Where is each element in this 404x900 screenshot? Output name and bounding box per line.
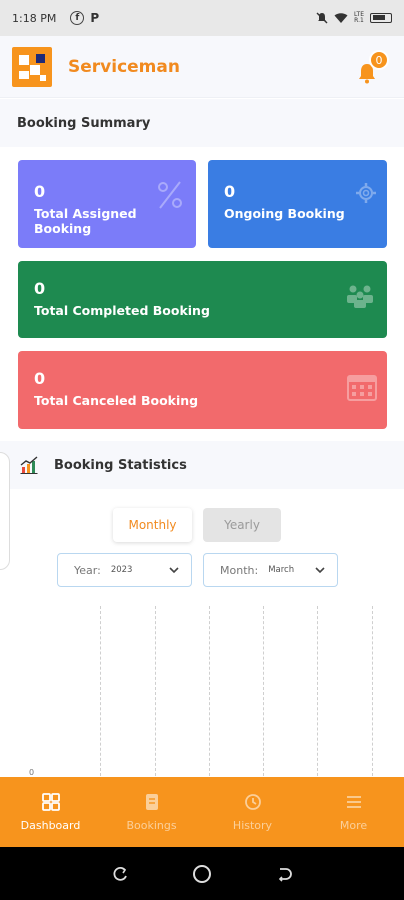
card-count: 0 [34, 279, 46, 298]
network-indicator: LTE R.1 [354, 12, 364, 24]
gear-icon [356, 183, 376, 203]
status-bar: 1:18 PM f P LTE R.1 [0, 0, 404, 36]
battery-icon [370, 13, 392, 23]
percent-icon [158, 181, 182, 209]
booking-statistics-chart: 0 [0, 600, 404, 777]
month-select[interactable]: Month: March [203, 553, 338, 587]
chart-grid-line [263, 606, 264, 776]
history-icon [244, 793, 261, 810]
nav-label: Bookings [126, 818, 177, 832]
home-icon[interactable] [192, 864, 212, 884]
facebook-icon: f [70, 11, 85, 25]
nav-label: History [232, 818, 273, 832]
chart-grid-line [100, 606, 101, 776]
chart-axis-zero-label: 0 [29, 768, 35, 777]
chart-icon [20, 456, 38, 474]
year-select-label: Year: [74, 563, 101, 577]
nav-label: Dashboard [20, 818, 81, 832]
chart-grid-line [155, 606, 156, 776]
chart-grid-line [372, 606, 373, 776]
status-time: 1:18 PM [12, 11, 57, 25]
group-icon [347, 285, 373, 308]
mute-icon [316, 12, 328, 24]
total-canceled-booking-card[interactable]: 0 Total Canceled Booking [18, 351, 387, 429]
booking-statistics-header: Booking Statistics [0, 441, 404, 489]
notification-button[interactable]: 0 [356, 50, 389, 84]
network-speed-label: R.1 [354, 17, 364, 24]
year-select-value: 2023 [110, 565, 133, 575]
nav-history[interactable]: History [202, 777, 303, 847]
ongoing-booking-card[interactable]: 0 Ongoing Booking [208, 160, 387, 248]
card-count: 0 [34, 369, 46, 388]
notification-badge: 0 [369, 50, 389, 70]
calendar-icon [347, 375, 377, 401]
wifi-icon [334, 13, 348, 23]
total-assigned-booking-card[interactable]: 0 Total Assigned Booking [18, 160, 196, 248]
recent-apps-icon[interactable] [111, 865, 129, 883]
monthly-toggle[interactable]: Monthly [113, 508, 192, 542]
chevron-down-icon [315, 567, 325, 574]
card-label: Total Canceled Booking [34, 393, 199, 408]
app-header: Serviceman 0 [0, 36, 404, 98]
booking-statistics-title: Booking Statistics [54, 457, 187, 473]
side-drawer-handle[interactable] [0, 452, 10, 570]
status-indicators: LTE R.1 [316, 12, 392, 24]
nav-label: More [339, 818, 368, 832]
nav-dashboard[interactable]: Dashboard [0, 777, 101, 847]
booking-summary-title: Booking Summary [17, 115, 151, 131]
bottom-navigation: Dashboard Bookings History More [0, 777, 404, 847]
brand-title: Serviceman [68, 56, 180, 77]
bookings-icon [145, 793, 158, 810]
nav-bookings[interactable]: Bookings [101, 777, 202, 847]
p-icon: P [90, 11, 100, 25]
yearly-toggle[interactable]: Yearly [203, 508, 281, 542]
booking-summary-header: Booking Summary [0, 99, 404, 147]
total-completed-booking-card[interactable]: 0 Total Completed Booking [18, 261, 387, 338]
chevron-down-icon [169, 567, 179, 574]
card-count: 0 [224, 182, 236, 201]
card-label: Total Completed Booking [34, 303, 210, 318]
month-select-label: Month: [220, 563, 259, 577]
system-navigation-bar [0, 847, 404, 900]
dashboard-icon [41, 792, 60, 811]
nav-more[interactable]: More [303, 777, 404, 847]
app-logo [12, 46, 52, 87]
card-label: Ongoing Booking [224, 206, 345, 221]
chart-grid-line [317, 606, 318, 776]
month-select-value: March [268, 565, 295, 575]
menu-icon [346, 795, 361, 808]
back-icon[interactable] [275, 865, 293, 883]
year-select[interactable]: Year: 2023 [57, 553, 192, 587]
chart-grid-line [209, 606, 210, 776]
